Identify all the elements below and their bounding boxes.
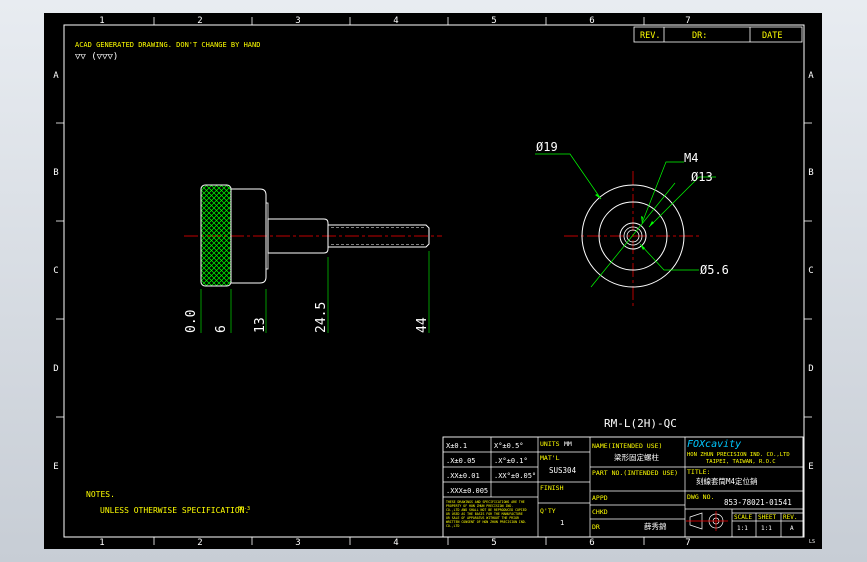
drawing-canvas[interactable]: 1 2 3 4 5 6 7 1 2 3 4 5 6 7 A B C D E A … <box>44 13 822 549</box>
col-label-bottom: 4 <box>393 538 398 548</box>
row-label-right: A <box>808 71 814 81</box>
title-block: X±0.1 .X±0.05 .XX±0.01 .XXX±0.005 X°±0.5… <box>442 436 804 538</box>
col-label-top: 1 <box>99 16 104 26</box>
ang-tol-dot-x: .X°±0.1° <box>494 457 528 465</box>
ang-tol-dot-xx: .XX°±0.05° <box>494 472 536 480</box>
corner-mark: LS <box>809 539 815 545</box>
row-label-right: E <box>808 462 813 472</box>
col-label-bottom: 1 <box>99 538 104 548</box>
qty-label: Q'TY <box>540 507 556 515</box>
sheet-value: 1:1 <box>761 525 772 532</box>
col-label-top: 2 <box>197 16 202 26</box>
dim-44[interactable]: 44 <box>415 317 430 333</box>
sheet-label: SHEET <box>758 514 776 521</box>
row-label-left: C <box>53 266 58 276</box>
notes-suffix: EB-3 <box>238 506 250 512</box>
row-label-right: C <box>808 266 813 276</box>
name-label: NAME(INTENDED USE) <box>592 442 662 450</box>
matl-label: MAT'L <box>540 454 560 462</box>
company-logo: FOXcavity <box>687 439 741 450</box>
units-value: MM <box>564 440 572 448</box>
cad-viewer: 1 2 3 4 5 6 7 1 2 3 4 5 6 7 A B C D E A … <box>0 0 867 562</box>
revision-block: REV. DR: DATE <box>633 26 803 43</box>
matl-value: SUS304 <box>549 466 577 475</box>
projection-symbol-icon <box>686 511 728 531</box>
units-label: UNITS <box>540 440 560 448</box>
row-label-right: B <box>808 168 813 178</box>
dwg-no-label: DWG NO. <box>687 493 714 501</box>
notes-line: UNLESS OTHERWISE SPECIFICATION. <box>100 506 249 515</box>
col-label-top: 7 <box>685 16 690 26</box>
generated-drawing-note: ACAD GENERATED DRAWING. DON'T CHANGE BY … <box>75 41 260 49</box>
disclaimer-text: THESE DRAWINGS AND SPECIFICATIONS ARE TH… <box>446 500 527 528</box>
dr-header: DR: <box>692 31 707 41</box>
dim-dia-19[interactable]: Ø19 <box>536 140 558 154</box>
date-header: DATE <box>762 31 782 41</box>
col-label-top: 5 <box>491 16 496 26</box>
side-view: 0.0 6 13 24.5 44 <box>184 184 442 333</box>
dr-label: DR <box>592 523 600 531</box>
part-label: RM-L(2H)-QC <box>604 417 677 430</box>
title-label: TITLE: <box>687 468 710 476</box>
row-label-left: B <box>53 168 58 178</box>
dwg-no-value: 853-78021-01541 <box>724 498 792 507</box>
tol-dot-x: .X±0.05 <box>446 457 476 465</box>
scale-label: SCALE <box>734 514 752 521</box>
drawing-sheet: 1 2 3 4 5 6 7 1 2 3 4 5 6 7 A B C D E A … <box>44 13 822 549</box>
dr-value: 薛秀錦 <box>644 521 667 531</box>
dim-m4[interactable]: M4 <box>684 151 698 165</box>
tol-dot-xxx: .XXX±0.005 <box>446 487 488 495</box>
dim-0-0[interactable]: 0.0 <box>184 310 199 333</box>
finish-label: FINISH <box>540 484 564 492</box>
dim-dia-5-6[interactable]: Ø5.6 <box>700 263 729 277</box>
rev-label: REV. <box>783 514 797 521</box>
col-label-bottom: 2 <box>197 538 202 548</box>
row-label-right: D <box>808 364 813 374</box>
name-value: 梁形固定螺柱 <box>614 452 659 462</box>
row-label-left: D <box>53 364 58 374</box>
scale-value: 1:1 <box>737 525 748 532</box>
company-city: TAIPEI, TAIWAN, R.O.C <box>706 459 776 465</box>
dim-dia-13[interactable]: Ø13 <box>691 170 713 184</box>
col-label-bottom: 5 <box>491 538 496 548</box>
col-label-bottom: 6 <box>589 538 594 548</box>
company-name: HON ZHUN PRECISION IND. CO.,LTD <box>687 452 790 458</box>
tol-dot-xx: .XX±0.01 <box>446 472 480 480</box>
front-view: Ø19 M4 Ø13 Ø5.6 <box>535 140 729 309</box>
notes-title: NOTES. <box>86 490 115 499</box>
title-value: 刻線套筒M4定位銷 <box>696 476 758 486</box>
part-no-label: PART NO.(INTENDED USE) <box>592 469 678 477</box>
col-label-top: 3 <box>295 16 300 26</box>
col-label-top: 4 <box>393 16 398 26</box>
tol-x: X±0.1 <box>446 442 467 450</box>
row-label-left: A <box>53 71 59 81</box>
dim-13[interactable]: 13 <box>253 317 268 333</box>
rev-header: REV. <box>640 31 660 41</box>
appd-label: APPD <box>592 494 608 502</box>
col-label-bottom: 3 <box>295 538 300 548</box>
col-label-bottom: 7 <box>685 538 690 548</box>
col-label-top: 6 <box>589 16 594 26</box>
qty-value: 1 <box>560 519 564 527</box>
dim-24-5[interactable]: 24.5 <box>314 302 329 333</box>
rev-value: A <box>790 525 794 532</box>
row-label-left: E <box>53 462 58 472</box>
ang-tol-x: X°±0.5° <box>494 442 524 450</box>
dim-6[interactable]: 6 <box>214 325 229 333</box>
surface-finish-symbol: ▽▽ (▽▽▽) <box>75 52 118 62</box>
chkd-label: CHKD <box>592 508 608 516</box>
